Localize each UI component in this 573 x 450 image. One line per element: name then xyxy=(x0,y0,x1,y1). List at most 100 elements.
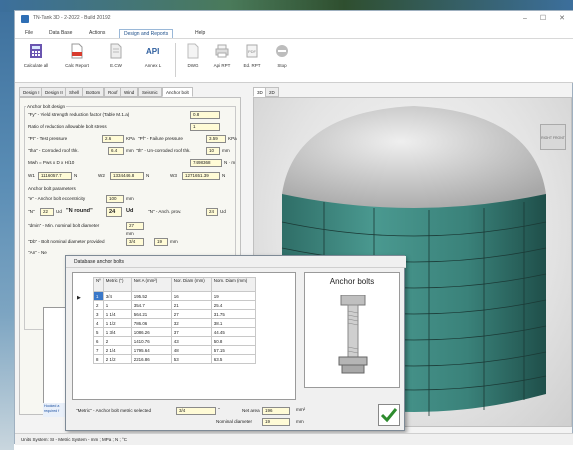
menu-help[interactable]: Help xyxy=(191,29,209,37)
col-header-nom-diam[interactable]: Nom. Diam (mm) xyxy=(210,277,256,292)
dwg-button[interactable]: DWG xyxy=(181,43,205,68)
table-cell[interactable]: 1 1/2 xyxy=(102,318,132,328)
table-cell[interactable]: 2 1/2 xyxy=(102,354,132,364)
table-cell[interactable]: 4 xyxy=(93,318,104,328)
table-cell[interactable]: 2 1/4 xyxy=(102,345,132,355)
maximize-button[interactable]: ☐ xyxy=(536,14,550,24)
table-cell[interactable]: 3/4 xyxy=(102,291,132,301)
calculate-all-button[interactable]: Calculate all xyxy=(21,43,51,68)
table-cell[interactable]: 3 xyxy=(93,309,104,319)
db-field[interactable]: 3/4 xyxy=(126,238,144,246)
col-header-metric[interactable]: Metric (") xyxy=(102,277,132,292)
pf-field[interactable]: 3.59 xyxy=(206,135,226,143)
net-area-field[interactable]: 196 xyxy=(262,407,290,415)
nominal-diameter-field[interactable]: 19 xyxy=(262,418,290,426)
tab-anchor-bolt[interactable]: Anchor bolt xyxy=(162,87,193,97)
table-row[interactable]: 2 1 354.7 21 25.4 xyxy=(93,300,256,310)
n-anch-field[interactable]: 24 xyxy=(206,208,218,216)
table-cell[interactable]: 37 xyxy=(170,327,212,337)
ratio-field[interactable]: 1 xyxy=(190,123,220,131)
table-cell[interactable]: 1 xyxy=(102,300,132,310)
table-cell[interactable]: 2 xyxy=(102,336,132,346)
api-rpt-button[interactable]: Api RPT xyxy=(209,43,235,68)
table-cell[interactable]: 354.7 xyxy=(130,300,172,310)
calc-report-button[interactable]: Calc Report xyxy=(61,43,93,68)
menu-actions[interactable]: Actions xyxy=(85,29,109,37)
ecw-button[interactable]: E.CW xyxy=(103,43,129,68)
table-cell[interactable]: 43 xyxy=(170,336,212,346)
close-button[interactable]: ✕ xyxy=(555,14,569,24)
view-cube[interactable]: RIGHT FRONT xyxy=(540,124,566,150)
col-header-net-area[interactable]: Net A (mm²) xyxy=(130,277,172,292)
tab-design-i[interactable]: Design I xyxy=(19,87,44,97)
table-cell[interactable]: 44.45 xyxy=(210,327,256,337)
table-cell[interactable]: 6 xyxy=(93,336,104,346)
table-row[interactable]: 82 1/2 2216.86 53 63.5 xyxy=(93,354,256,364)
anchor-list[interactable] xyxy=(43,307,67,407)
table-row[interactable]: 6 2 1410.76 43 50.8 xyxy=(93,336,256,346)
table-cell[interactable]: 1086.26 xyxy=(130,327,172,337)
ok-button[interactable] xyxy=(378,404,400,426)
table-row[interactable]: 72 1/4 1795.64 48 57.15 xyxy=(93,345,256,355)
table-cell[interactable]: 63.5 xyxy=(210,354,256,364)
minimize-button[interactable]: – xyxy=(518,14,532,24)
table-cell[interactable]: 21 xyxy=(170,300,212,310)
pt-field[interactable]: 2.6 xyxy=(102,135,124,143)
table-cell[interactable]: 195.52 xyxy=(130,291,172,301)
metric-field[interactable]: 3/4 xyxy=(176,407,216,415)
table-cell[interactable]: 7 xyxy=(93,345,104,355)
n-field[interactable]: 22 xyxy=(40,208,54,216)
table-cell[interactable]: 57.15 xyxy=(210,345,256,355)
table-row[interactable]: 41 1/2 786.06 32 38.1 xyxy=(93,318,256,328)
dmin-field[interactable]: 27 xyxy=(126,222,144,230)
table-cell[interactable]: 1 xyxy=(93,291,104,301)
table-cell[interactable]: 8 xyxy=(93,354,104,364)
table-cell[interactable]: 2 xyxy=(93,300,104,310)
menu-file[interactable]: File xyxy=(21,29,37,37)
table-cell[interactable]: 38.1 xyxy=(210,318,256,328)
col-header-nor-diam[interactable]: Nor. Diam (mm) xyxy=(170,277,212,292)
table-cell[interactable]: 19 xyxy=(210,291,256,301)
table-cell[interactable]: 48 xyxy=(170,345,212,355)
menu-design-and-reports[interactable]: Design and Reports xyxy=(119,29,174,38)
table-cell[interactable]: 1410.76 xyxy=(130,336,172,346)
table-cell[interactable]: 1 3/4 xyxy=(102,327,132,337)
tab-shell[interactable]: Shell xyxy=(65,87,84,97)
bolts-table[interactable]: Nº Metric (") Net A (mm²) Nor. Diam (mm)… xyxy=(72,272,296,400)
eccentricity-field[interactable]: 100 xyxy=(106,195,124,203)
table-cell[interactable]: 31.75 xyxy=(210,309,256,319)
mwh-field[interactable]: 7498368 xyxy=(190,159,222,167)
stop-button[interactable]: Stop xyxy=(269,43,295,68)
annex-l-button[interactable]: API Annex L xyxy=(139,43,167,68)
fy-field[interactable]: 0.8 xyxy=(190,111,220,119)
table-cell[interactable]: 1 1/4 xyxy=(102,309,132,319)
tab-design-ii[interactable]: Design II xyxy=(41,87,67,97)
table-cell[interactable]: 25.4 xyxy=(210,300,256,310)
table-cell[interactable]: 27 xyxy=(170,309,212,319)
tha-field[interactable]: 6.4 xyxy=(108,147,124,155)
n-round-field[interactable]: 24 xyxy=(106,207,122,217)
tab-wind[interactable]: Wind xyxy=(120,87,139,97)
col-header-no[interactable]: Nº xyxy=(93,277,104,292)
table-cell[interactable]: 53 xyxy=(170,354,212,364)
table-row[interactable]: 31 1/4 564.21 27 31.75 xyxy=(93,309,256,319)
tab-seismic[interactable]: Seismic xyxy=(138,87,162,97)
menu-database[interactable]: Data Base xyxy=(45,29,76,37)
th-field[interactable]: 10 xyxy=(206,147,220,155)
tab-roof[interactable]: Roof xyxy=(104,87,122,97)
w1-field[interactable]: 1116057.7 xyxy=(38,172,72,180)
table-cell[interactable]: 786.06 xyxy=(130,318,172,328)
table-cell[interactable]: 5 xyxy=(93,327,104,337)
tab-bottom[interactable]: Bottom xyxy=(82,87,105,97)
table-cell[interactable]: 1795.64 xyxy=(130,345,172,355)
table-row[interactable]: 1 3/4 195.52 16 19 xyxy=(93,291,256,301)
db-mm-field[interactable]: 19 xyxy=(154,238,168,246)
table-cell[interactable]: 50.8 xyxy=(210,336,256,346)
table-cell[interactable]: 564.21 xyxy=(130,309,172,319)
ed-rpt-button[interactable]: PDF Ed. RPT xyxy=(239,43,265,68)
tab-2d-view[interactable]: 2D xyxy=(265,87,279,97)
table-cell[interactable]: 2216.86 xyxy=(130,354,172,364)
w3-field[interactable]: 1271651.39 xyxy=(182,172,220,180)
w2-field[interactable]: 1334446.8 xyxy=(110,172,144,180)
table-cell[interactable]: 16 xyxy=(170,291,212,301)
